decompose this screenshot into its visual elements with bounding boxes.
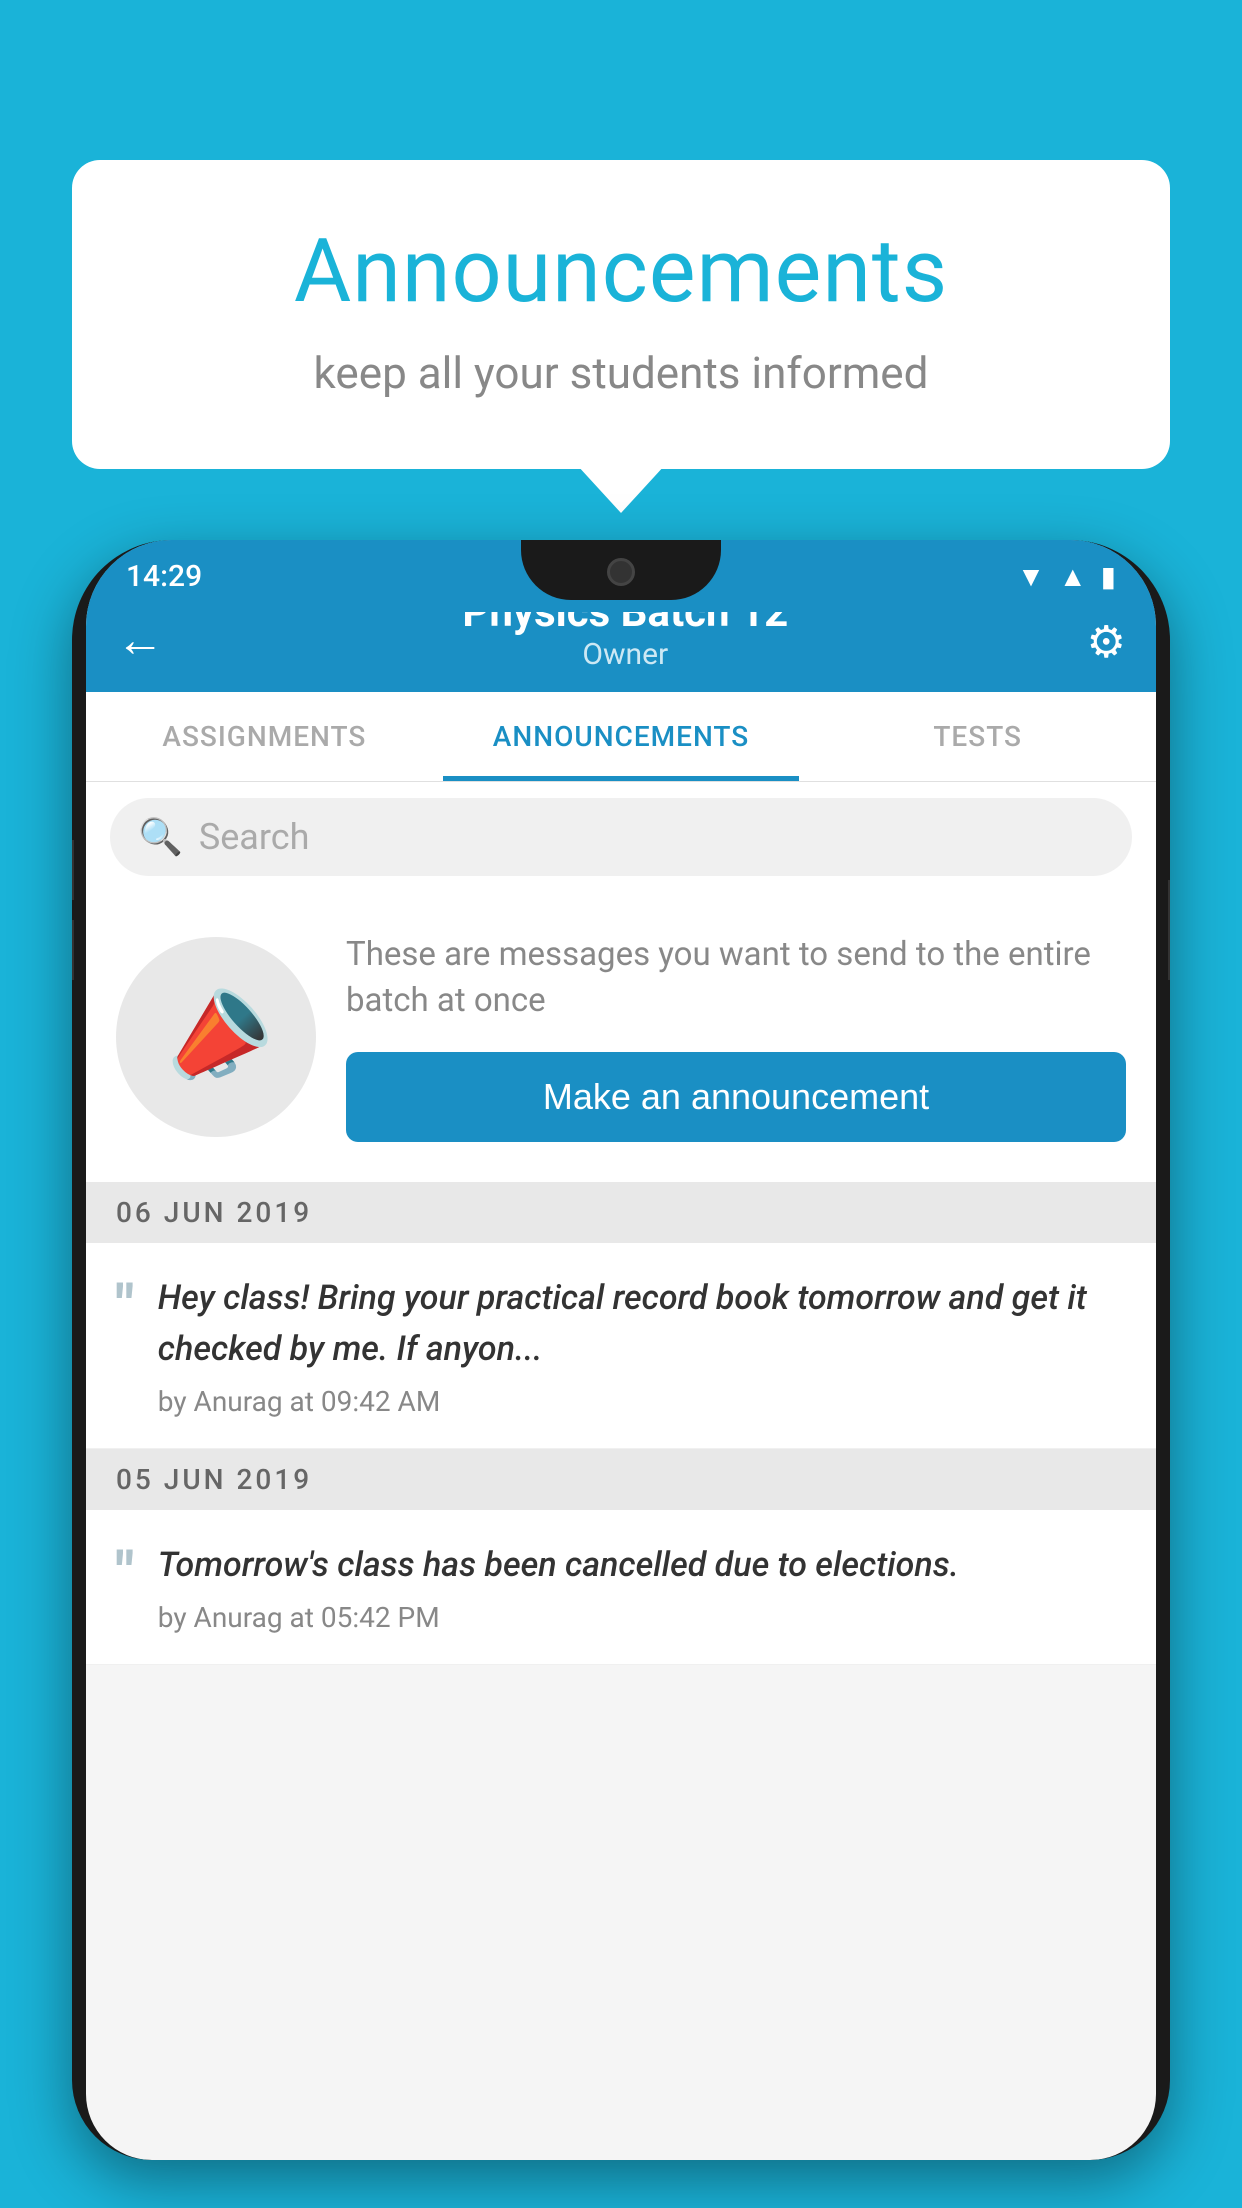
- volume-up-button: [72, 840, 74, 900]
- back-button[interactable]: ←: [116, 611, 164, 668]
- phone-notch: [521, 540, 721, 600]
- front-camera: [607, 558, 635, 586]
- status-time: 14:29: [126, 559, 202, 594]
- megaphone-icon-circle: 📣: [116, 937, 316, 1137]
- cta-description: These are messages you want to send to t…: [346, 932, 1126, 1024]
- battery-icon: ▮: [1101, 560, 1116, 593]
- cta-section: 📣 These are messages you want to send to…: [86, 892, 1156, 1182]
- search-icon: 🔍: [138, 816, 183, 858]
- announcement-text-1: Hey class! Bring your practical record b…: [158, 1273, 1126, 1375]
- status-icons: ▼ ▲ ▮: [1017, 560, 1116, 593]
- date-label-2: 05 JUN 2019: [116, 1463, 312, 1496]
- tab-assignments[interactable]: ASSIGNMENTS: [86, 692, 443, 781]
- cta-right: These are messages you want to send to t…: [346, 932, 1126, 1142]
- search-box[interactable]: 🔍 Search: [110, 798, 1132, 876]
- screen-content: 14:29 ▼ ▲ ▮ ← Physics Batch 12 Owner ⚙: [86, 540, 1156, 2160]
- phone-frame: 14:29 ▼ ▲ ▮ ← Physics Batch 12 Owner ⚙: [72, 540, 1170, 2160]
- tab-announcements[interactable]: ANNOUNCEMENTS: [443, 692, 800, 781]
- announcement-content-1: Hey class! Bring your practical record b…: [158, 1273, 1126, 1418]
- settings-icon[interactable]: ⚙: [1087, 616, 1126, 668]
- bubble-subtitle: keep all your students informed: [152, 347, 1090, 399]
- announcement-text-2: Tomorrow's class has been cancelled due …: [158, 1540, 1126, 1591]
- search-placeholder: Search: [199, 816, 310, 858]
- speech-bubble-section: Announcements keep all your students inf…: [72, 160, 1170, 469]
- signal-icon: ▲: [1059, 560, 1087, 593]
- bubble-title: Announcements: [152, 220, 1090, 323]
- search-container: 🔍 Search: [86, 782, 1156, 892]
- quote-icon-1: ": [116, 1277, 134, 1333]
- make-announcement-button[interactable]: Make an announcement: [346, 1052, 1126, 1142]
- phone-wrapper: 14:29 ▼ ▲ ▮ ← Physics Batch 12 Owner ⚙: [72, 540, 1170, 2208]
- date-separator-1: 06 JUN 2019: [86, 1182, 1156, 1243]
- wifi-icon: ▼: [1017, 560, 1045, 593]
- date-separator-2: 05 JUN 2019: [86, 1449, 1156, 1510]
- announcement-content-2: Tomorrow's class has been cancelled due …: [158, 1540, 1126, 1634]
- volume-down-button: [72, 920, 74, 980]
- announcement-meta-1: by Anurag at 09:42 AM: [158, 1385, 1126, 1418]
- tab-bar: ASSIGNMENTS ANNOUNCEMENTS TESTS: [86, 692, 1156, 782]
- announcement-meta-2: by Anurag at 05:42 PM: [158, 1601, 1126, 1634]
- announcement-item-1[interactable]: " Hey class! Bring your practical record…: [86, 1243, 1156, 1449]
- quote-icon-2: ": [116, 1544, 134, 1600]
- power-button: [1168, 880, 1170, 980]
- megaphone-icon: 📣: [145, 969, 286, 1106]
- announcement-item-2[interactable]: " Tomorrow's class has been cancelled du…: [86, 1510, 1156, 1665]
- speech-bubble-card: Announcements keep all your students inf…: [72, 160, 1170, 469]
- date-label-1: 06 JUN 2019: [116, 1196, 312, 1229]
- app-bar-subtitle: Owner: [164, 637, 1087, 672]
- tab-tests[interactable]: TESTS: [799, 692, 1156, 781]
